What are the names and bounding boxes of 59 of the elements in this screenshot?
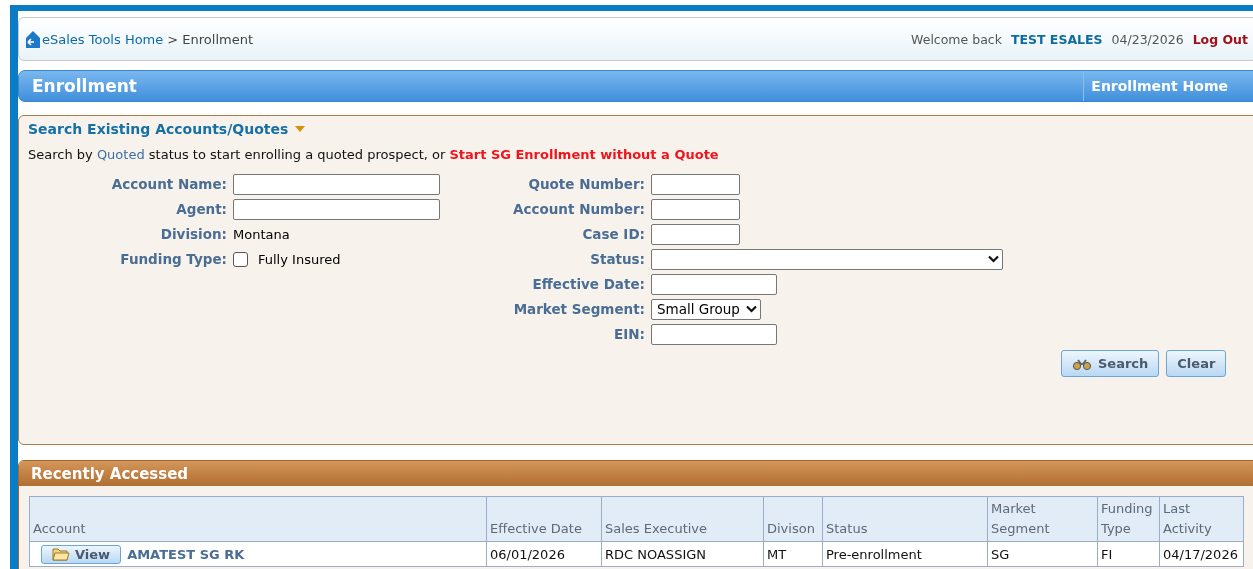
welcome-text: Welcome back	[911, 31, 1002, 47]
table-cell: Pre-enrollment	[822, 541, 988, 567]
view-button[interactable]: View	[41, 544, 122, 564]
table-cell: 04/17/2026	[1159, 541, 1244, 567]
text-field[interactable]	[651, 273, 777, 295]
search-button[interactable]: Search	[1061, 350, 1160, 377]
field-label: Account Number:	[512, 200, 645, 219]
search-instructions: Search by Quoted status to start enrolling a quoted prospect, or Start SG Enrollment without a Quote	[28, 147, 720, 162]
logout-link[interactable]: Log Out	[1192, 31, 1248, 47]
column-header: Effective Date	[486, 496, 602, 542]
field-label: Status:	[589, 250, 645, 269]
dropdown[interactable]: Small Group	[651, 298, 761, 320]
dropdown[interactable]	[651, 248, 1003, 270]
field-label: Case ID:	[581, 225, 645, 244]
field-label: Effective Date:	[531, 275, 645, 294]
checkbox-label: Fully Insured	[258, 251, 341, 267]
start-enrollment-link[interactable]: Start SG Enrollment without a Quote	[449, 147, 719, 162]
field-label: Division:	[159, 225, 227, 244]
text-field[interactable]	[651, 223, 740, 245]
binoculars-icon	[1072, 357, 1092, 370]
clear-button[interactable]: Clear	[1166, 350, 1227, 377]
page-title: Enrollment	[31, 76, 138, 96]
column-header: Market Segment	[987, 496, 1098, 542]
column-header: Sales Executive	[601, 496, 764, 542]
column-header: Status	[822, 496, 988, 542]
breadcrumb-current: > Enrollment	[167, 31, 253, 47]
division-value: Montana	[233, 226, 290, 242]
panel-title: Recently Accessed	[31, 464, 189, 483]
column-header: Account	[29, 496, 487, 542]
text-field[interactable]	[651, 173, 740, 195]
table-cell: MT	[763, 541, 823, 567]
section-title[interactable]: Search Existing Accounts/Quotes	[28, 121, 289, 137]
caret-icon[interactable]	[295, 126, 306, 132]
column-header: Divison	[763, 496, 823, 542]
text-field[interactable]	[233, 198, 440, 220]
text-field[interactable]	[651, 323, 777, 345]
current-date: 04/23/2026	[1111, 31, 1184, 47]
home-icon[interactable]	[25, 29, 41, 49]
field-label: Account Name:	[110, 175, 227, 194]
table-cell: SG	[987, 541, 1098, 567]
chevron-down-icon[interactable]	[988, 255, 999, 263]
checkbox[interactable]	[233, 251, 248, 267]
field-label: Quote Number:	[527, 175, 645, 194]
user-name: TEST ESALES	[1010, 31, 1103, 47]
field-label: Agent:	[175, 200, 227, 219]
column-header: Funding Type	[1097, 496, 1160, 542]
home-link[interactable]: eSales Tools Home	[42, 31, 164, 47]
folder-icon	[52, 547, 70, 561]
table-cell: FI	[1097, 541, 1160, 567]
table-cell: 06/01/2026	[486, 541, 602, 567]
text-field[interactable]	[233, 173, 440, 195]
chevron-down-icon[interactable]	[745, 305, 757, 313]
account-name[interactable]: AMATEST SG RK	[127, 546, 245, 562]
table-cell: RDC NOASSIGN	[601, 541, 764, 567]
field-label: EIN:	[613, 325, 645, 344]
column-header: Last Activity	[1159, 496, 1244, 542]
field-label: Market Segment:	[512, 300, 645, 319]
field-label: Funding Type:	[119, 250, 227, 269]
text-field[interactable]	[651, 198, 740, 220]
